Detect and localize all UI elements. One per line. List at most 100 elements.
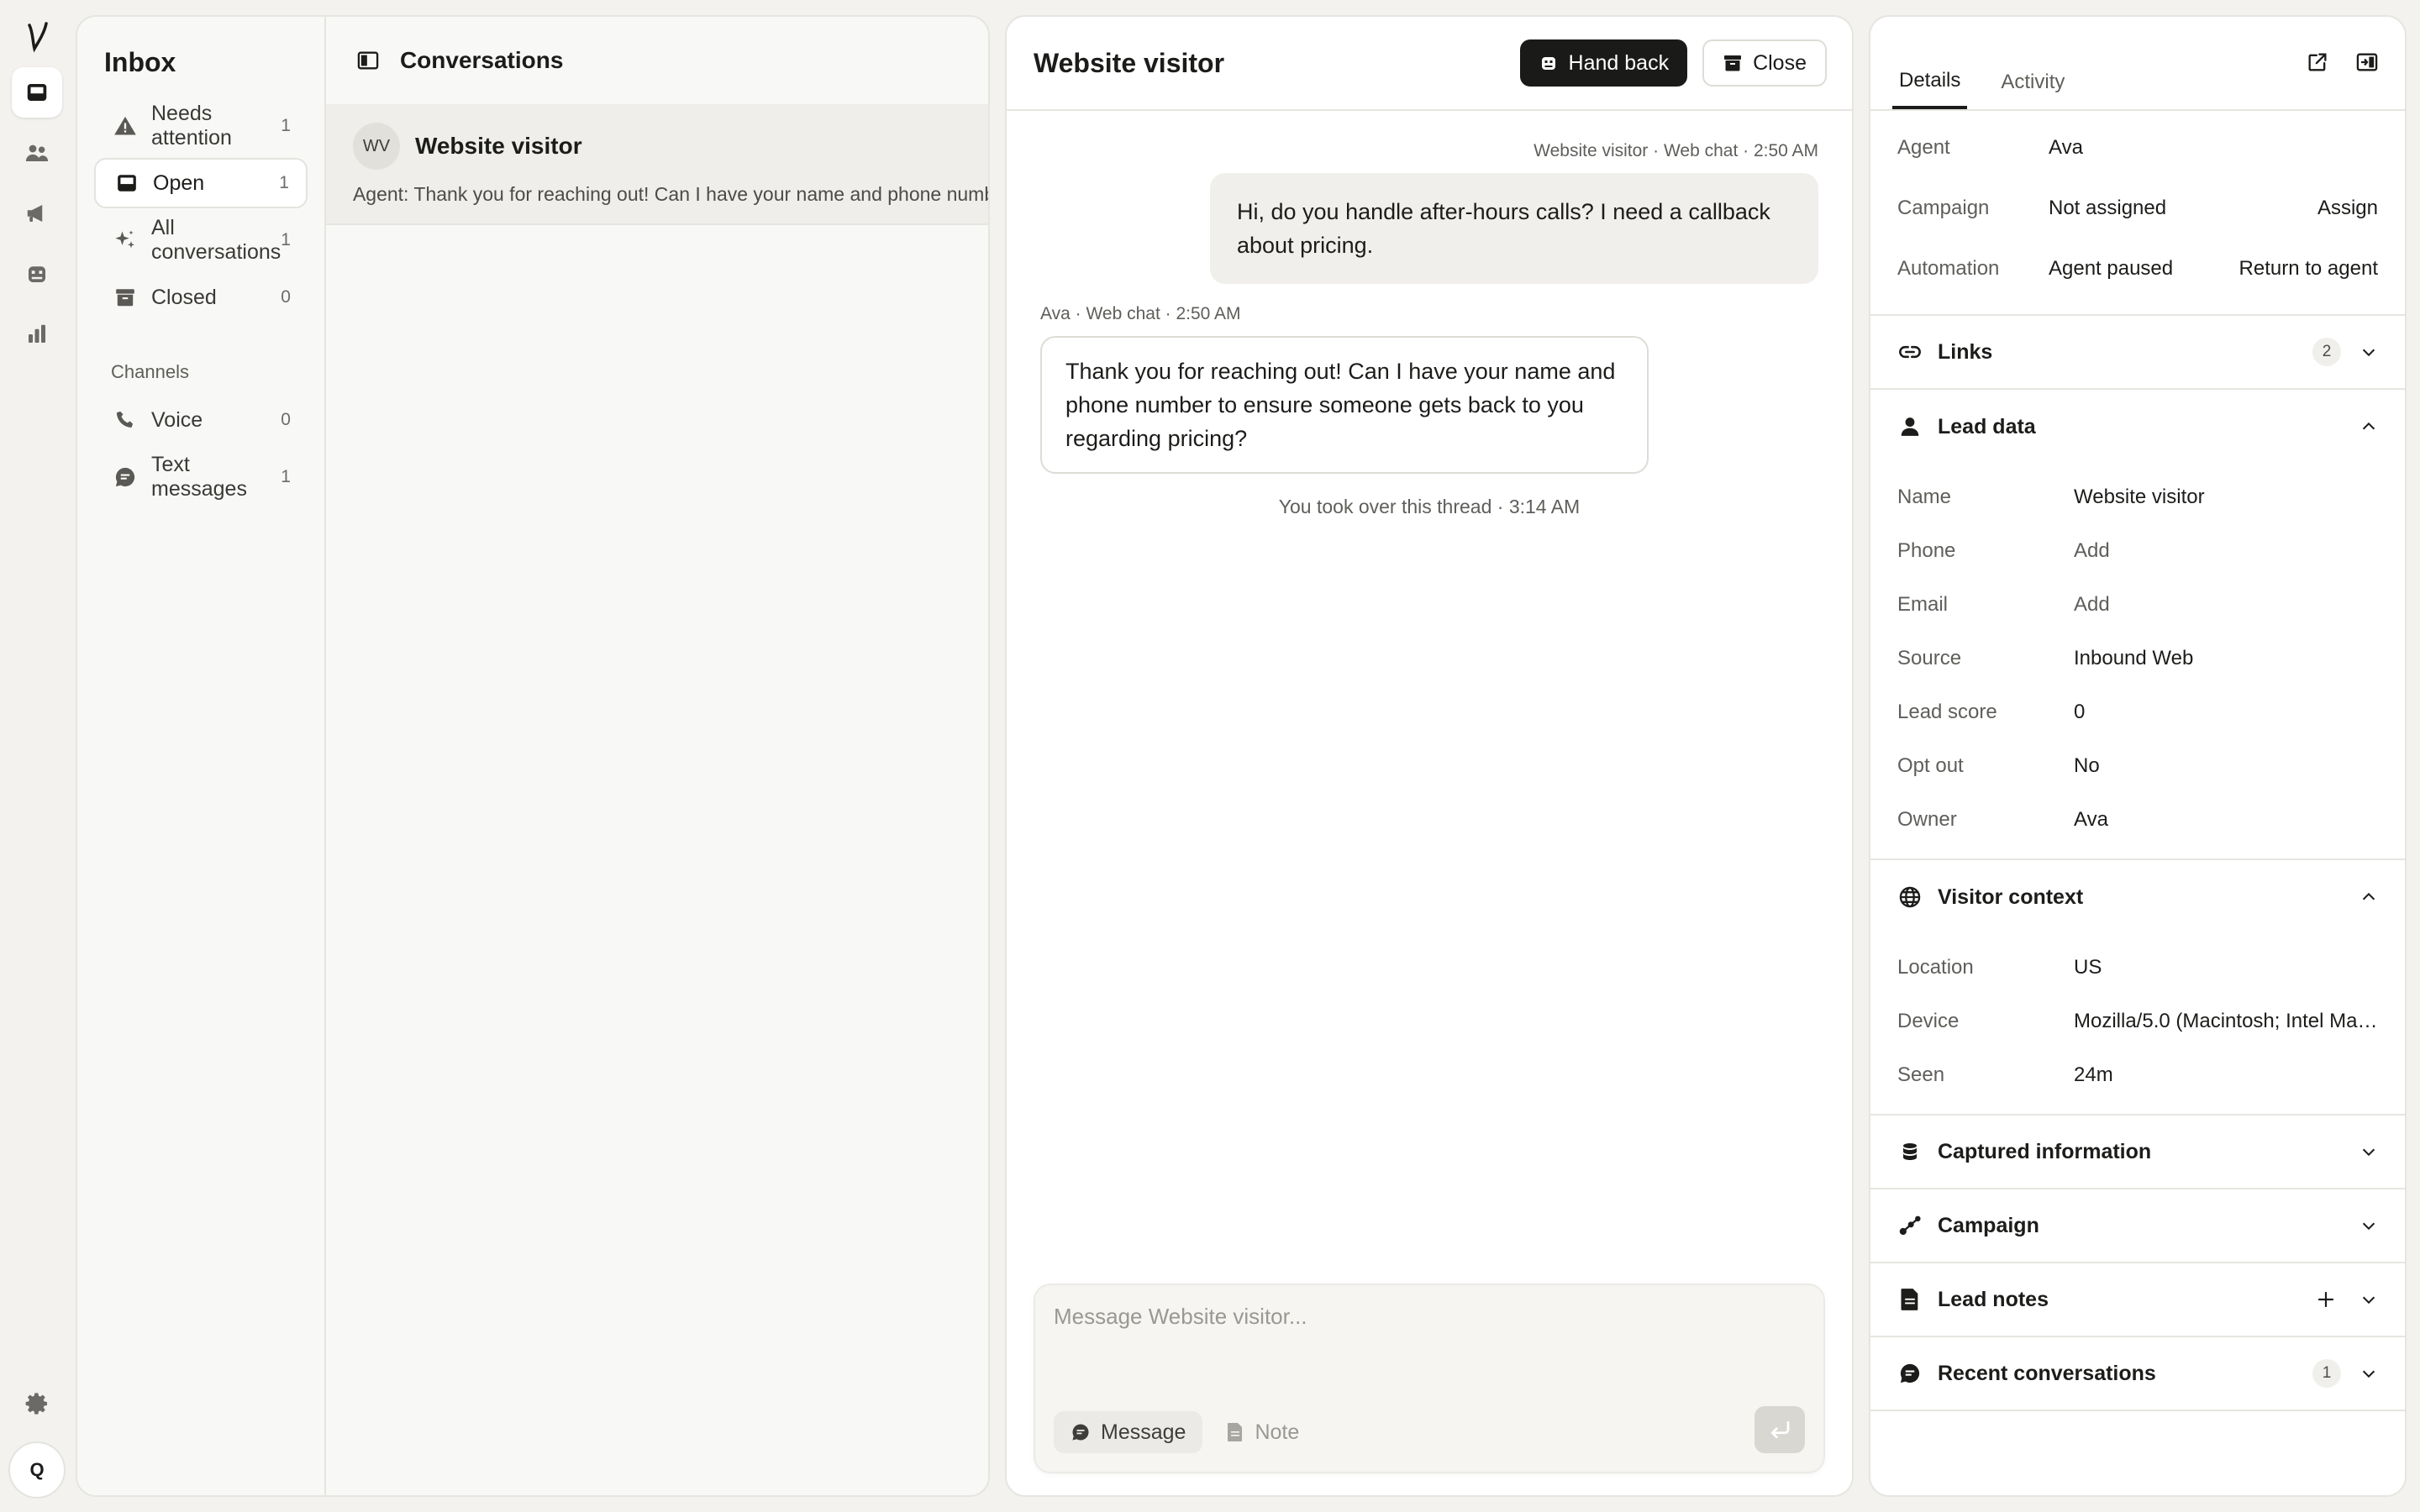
route-icon bbox=[1897, 1214, 1923, 1237]
nav-open[interactable]: Open 1 bbox=[94, 158, 308, 208]
nav-closed[interactable]: Closed 0 bbox=[94, 272, 308, 323]
automation-row: Automation Agent paused Return to agent bbox=[1870, 239, 2405, 299]
chevron-down-icon bbox=[2360, 1216, 2378, 1235]
database-icon bbox=[1897, 1140, 1923, 1163]
field-key: Device bbox=[1897, 1010, 1960, 1032]
field-value[interactable]: 0 bbox=[2074, 701, 2378, 724]
message-mode-button[interactable]: Message bbox=[1054, 1411, 1203, 1453]
campaign-section-header[interactable]: Campaign bbox=[1870, 1189, 2405, 1263]
device-row: Device Mozilla/5.0 (Macintosh; Intel Mac … bbox=[1870, 995, 2405, 1048]
captured-information-label: Captured information bbox=[1938, 1139, 2152, 1163]
field-key: Opt out bbox=[1897, 754, 1964, 777]
lead-owner-row: Owner Ava bbox=[1870, 793, 2405, 847]
close-label: Close bbox=[1753, 50, 1807, 75]
chat-icon bbox=[1897, 1362, 1923, 1385]
nav-needs-attention[interactable]: Needs attention 1 bbox=[94, 101, 308, 151]
lead-email-row: Email Add bbox=[1870, 578, 2405, 632]
note-mode-button[interactable]: Note bbox=[1209, 1411, 1316, 1453]
archive-icon bbox=[113, 285, 138, 310]
add-note-plus-icon[interactable] bbox=[2316, 1289, 2336, 1310]
send-button[interactable] bbox=[1754, 1406, 1805, 1453]
field-value[interactable]: Website visitor bbox=[2074, 486, 2378, 509]
conversations-list: Conversations WV Website visitor 24m Age… bbox=[325, 17, 988, 1495]
message-composer[interactable]: Message Website visitor... Message Note bbox=[1034, 1284, 1825, 1473]
settings-gear-icon[interactable] bbox=[24, 1390, 50, 1423]
hand-back-button[interactable]: Hand back bbox=[1519, 39, 1688, 87]
links-count: 2 bbox=[2312, 338, 2341, 366]
field-value[interactable]: Inbound Web bbox=[2074, 647, 2378, 670]
recent-conversations-section-header[interactable]: Recent conversations 1 bbox=[1870, 1337, 2405, 1411]
automation-key: Automation bbox=[1897, 257, 2000, 280]
visitor-message: Hi, do you handle after-hours calls? I n… bbox=[1210, 173, 1818, 284]
agent-message: Thank you for reaching out! Can I have y… bbox=[1040, 336, 1649, 474]
inbox-icon bbox=[114, 171, 139, 196]
add-email-link[interactable]: Add bbox=[2074, 593, 2378, 617]
lead-score-row: Lead score 0 bbox=[1870, 685, 2405, 739]
lead-data-section-header[interactable]: Lead data bbox=[1870, 390, 2405, 464]
campaign-row: Campaign Not assigned Assign bbox=[1870, 178, 2405, 239]
nav-text-messages[interactable]: Text messages 1 bbox=[94, 452, 308, 502]
nav-count: 1 bbox=[279, 173, 289, 192]
add-phone-link[interactable]: Add bbox=[2074, 539, 2378, 563]
chevron-up-icon bbox=[2360, 417, 2378, 436]
recent-conversations-label: Recent conversations bbox=[1938, 1361, 2156, 1385]
agent-key: Agent bbox=[1897, 136, 1950, 159]
links-label: Links bbox=[1938, 339, 1993, 364]
message-mode-label: Message bbox=[1101, 1420, 1186, 1444]
assign-link[interactable]: Assign bbox=[2317, 197, 2378, 220]
message-meta: Ava · Web chat · 2:50 AM bbox=[1040, 304, 1241, 323]
campaign-key: Campaign bbox=[1897, 197, 1990, 219]
lead-source-row: Source Inbound Web bbox=[1870, 632, 2405, 685]
rail-campaigns-icon[interactable] bbox=[12, 188, 62, 239]
app-logo[interactable] bbox=[17, 17, 57, 57]
sidebar-toggle-icon[interactable] bbox=[356, 49, 380, 72]
conversation-item[interactable]: WV Website visitor 24m Agent: Thank you … bbox=[325, 104, 988, 225]
nav-voice[interactable]: Voice 0 bbox=[94, 395, 308, 445]
field-key: Seen bbox=[1897, 1063, 1945, 1086]
visitor-context-section-header[interactable]: Visitor context bbox=[1870, 860, 2405, 934]
composer-placeholder[interactable]: Message Website visitor... bbox=[1054, 1304, 1307, 1330]
field-value[interactable]: No bbox=[2074, 754, 2378, 778]
open-external-icon[interactable] bbox=[2306, 50, 2329, 74]
field-value[interactable]: Ava bbox=[2074, 808, 2378, 832]
nav-label: Needs attention bbox=[151, 102, 232, 150]
tab-details[interactable]: Details bbox=[1892, 69, 1968, 109]
chat-icon bbox=[113, 465, 138, 490]
lead-notes-section-header[interactable]: Lead notes bbox=[1870, 1263, 2405, 1337]
captured-information-section-header[interactable]: Captured information bbox=[1870, 1116, 2405, 1189]
chevron-down-icon bbox=[2360, 1142, 2378, 1161]
takeover-note: You took over this thread · 3:14 AM bbox=[1278, 496, 1581, 517]
automation-value: Agent paused bbox=[2049, 257, 2174, 280]
document-icon bbox=[1897, 1288, 1923, 1311]
user-avatar[interactable]: Q bbox=[8, 1441, 66, 1499]
rail-contacts-icon[interactable] bbox=[12, 128, 62, 178]
return-to-agent-link[interactable]: Return to agent bbox=[2239, 257, 2378, 281]
field-key: Source bbox=[1897, 647, 1962, 669]
lead-opt-out-row: Opt out No bbox=[1870, 739, 2405, 793]
rail-agents-icon[interactable] bbox=[12, 249, 62, 299]
inbox-panel: Inbox Needs attention 1 Open 1 All conve… bbox=[76, 15, 990, 1497]
nav-all-conversations[interactable]: All conversations 1 bbox=[94, 215, 308, 265]
collapse-panel-icon[interactable] bbox=[2354, 50, 2380, 74]
chevron-down-icon bbox=[2360, 1364, 2378, 1383]
chevron-up-icon bbox=[2360, 888, 2378, 906]
close-button[interactable]: Close bbox=[1702, 39, 1827, 87]
chat-title: Website visitor bbox=[1034, 47, 1225, 78]
tab-activity[interactable]: Activity bbox=[1994, 71, 2071, 109]
rail-analytics-icon[interactable] bbox=[12, 309, 62, 360]
chat-panel: Website visitor Hand back Close Website … bbox=[1005, 15, 1854, 1497]
hand-back-label: Hand back bbox=[1568, 50, 1670, 75]
chevron-down-icon bbox=[2360, 343, 2378, 361]
recent-conversations-count: 1 bbox=[2312, 1359, 2341, 1388]
details-tabs: Details Activity bbox=[1870, 17, 2405, 111]
inbox-title: Inbox bbox=[104, 47, 176, 77]
chat-icon bbox=[1071, 1422, 1091, 1442]
agent-row: Agent Ava bbox=[1870, 118, 2405, 178]
conversation-preview: Agent: Thank you for reaching out! Can I… bbox=[352, 183, 988, 205]
globe-icon bbox=[1897, 885, 1923, 909]
nav-count: 0 bbox=[281, 287, 291, 307]
link-icon bbox=[1897, 340, 1923, 364]
nav-count: 1 bbox=[281, 230, 291, 249]
links-section-header[interactable]: Links 2 bbox=[1870, 316, 2405, 390]
rail-inbox-icon[interactable] bbox=[12, 67, 62, 118]
